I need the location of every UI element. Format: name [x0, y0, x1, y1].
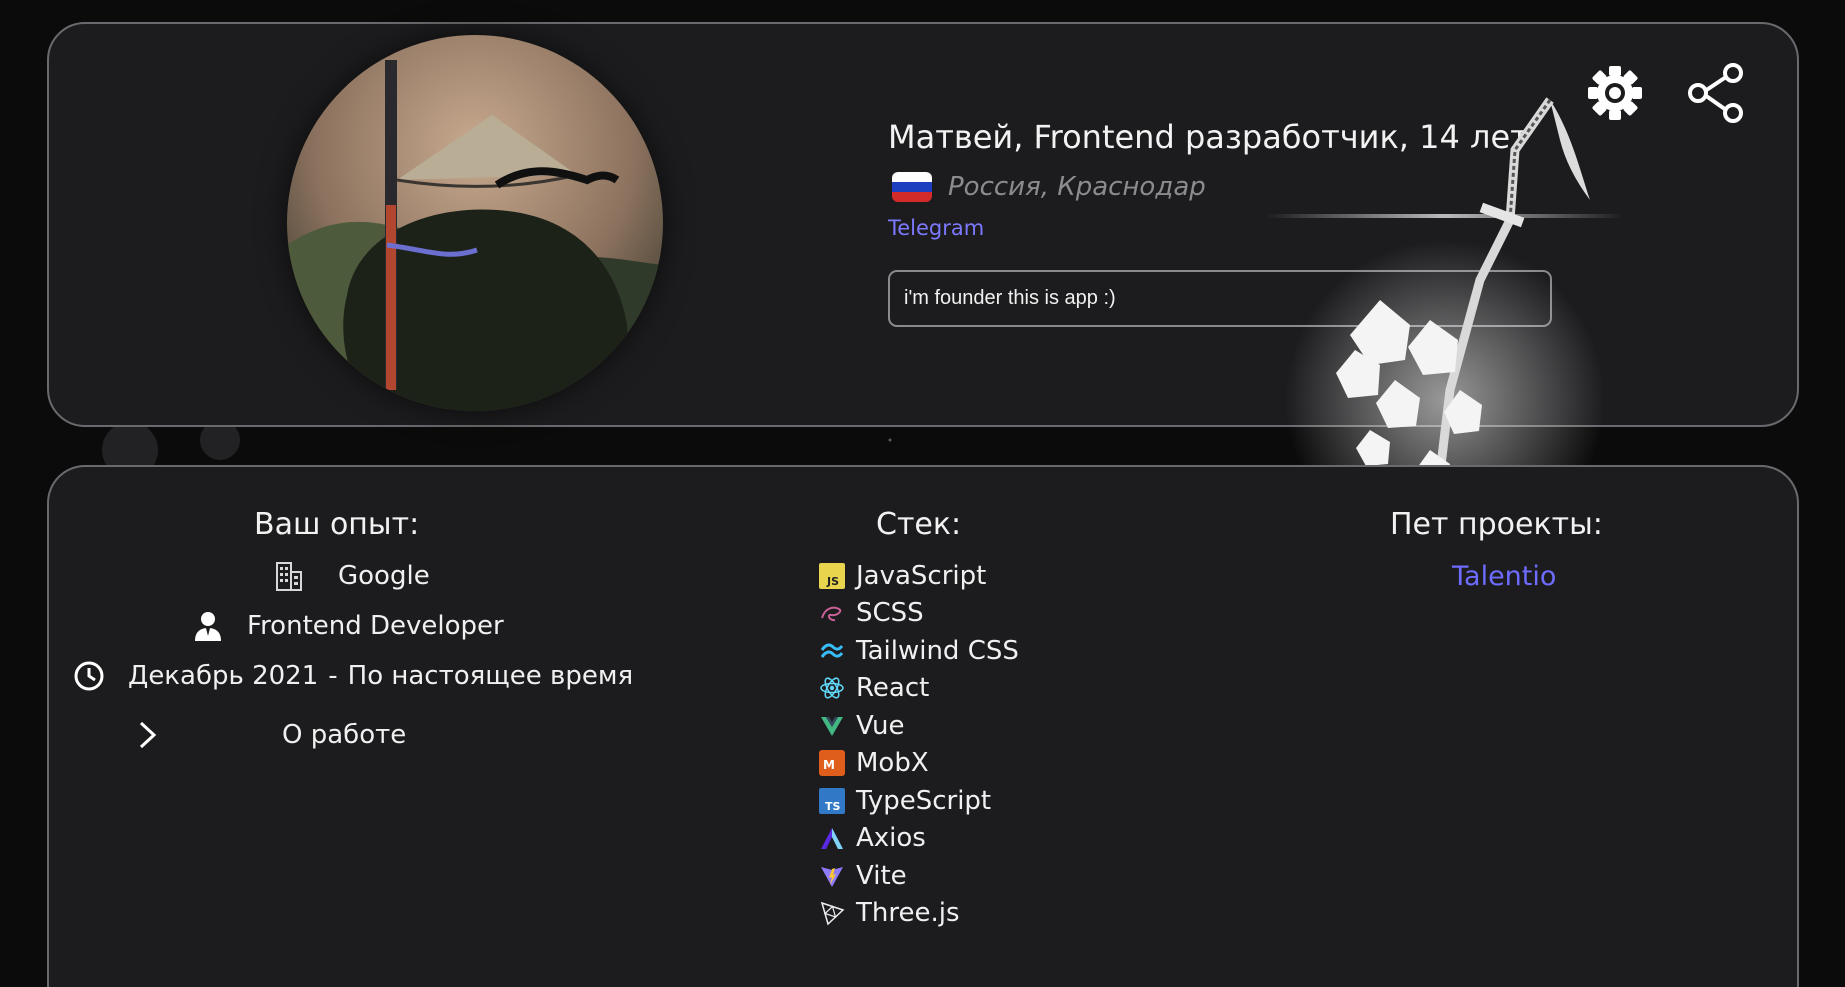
about-work-toggle[interactable]: О работе — [136, 720, 406, 750]
stack-list: JS JavaScript SCSS Tailwind CSS React Vu… — [818, 557, 1019, 932]
tailwind-icon — [818, 637, 846, 665]
position-row: Frontend Developer — [193, 610, 504, 642]
building-icon — [276, 562, 302, 591]
javascript-icon: JS — [818, 562, 846, 590]
period-row: Декабрь 2021 - По настоящее время — [74, 661, 633, 691]
axios-icon — [818, 824, 846, 852]
about-work-label: О работе — [282, 720, 407, 750]
company-name: Google — [338, 561, 430, 591]
typescript-icon: TS — [818, 787, 846, 815]
user-icon — [195, 612, 221, 641]
clock-icon — [74, 661, 104, 691]
stack-item-vite: Vite — [818, 857, 1019, 895]
profile-name-title: Матвей, Frontend разработчик, 14 лет — [888, 118, 1529, 156]
svg-text:M: M — [823, 758, 835, 772]
stack-item-vue: Vue — [818, 707, 1019, 745]
stack-item-axios: Axios — [818, 820, 1019, 858]
stack-item-react: React — [818, 670, 1019, 708]
svg-text:TS: TS — [825, 800, 841, 813]
react-icon — [818, 674, 846, 702]
russia-flag-icon — [892, 172, 932, 202]
mobx-icon: M — [818, 749, 846, 777]
pet-project-link[interactable]: Talentio — [1452, 561, 1556, 592]
experience-title: Ваш опыт: — [254, 507, 420, 542]
vite-icon — [818, 862, 846, 890]
position-name: Frontend Developer — [247, 611, 504, 641]
stack-title: Стек: — [876, 507, 962, 542]
company-row: Google — [274, 560, 430, 592]
stack-item-typescript: TS TypeScript — [818, 782, 1019, 820]
chevron-right-icon — [139, 721, 157, 749]
stack-item-scss: SCSS — [818, 595, 1019, 633]
threejs-icon — [818, 899, 846, 927]
period-start: Декабрь 2021 — [128, 661, 319, 691]
period-end: По настоящее время — [347, 661, 634, 691]
stack-item-tailwind: Tailwind CSS — [818, 632, 1019, 670]
bio-field[interactable]: i'm founder this is app :) — [888, 270, 1552, 327]
stack-item-javascript: JS JavaScript — [818, 557, 1019, 595]
settings-button[interactable] — [1588, 66, 1642, 120]
period-separator: - — [328, 661, 338, 691]
telegram-link[interactable]: Telegram — [888, 216, 984, 240]
share-button[interactable] — [1686, 62, 1746, 124]
stack-item-threejs: Three.js — [818, 895, 1019, 933]
svg-text:JS: JS — [826, 575, 839, 588]
sass-icon — [818, 599, 846, 627]
stack-item-mobx: M MobX — [818, 745, 1019, 783]
location-text: Россия, Краснодар — [948, 172, 1206, 202]
share-icon — [1688, 63, 1743, 123]
gear-icon — [1588, 66, 1642, 120]
avatar[interactable] — [287, 35, 663, 411]
vue-icon — [818, 712, 846, 740]
pet-projects-title: Пет проекты: — [1390, 507, 1603, 542]
location: Россия, Краснодар — [892, 172, 1206, 202]
